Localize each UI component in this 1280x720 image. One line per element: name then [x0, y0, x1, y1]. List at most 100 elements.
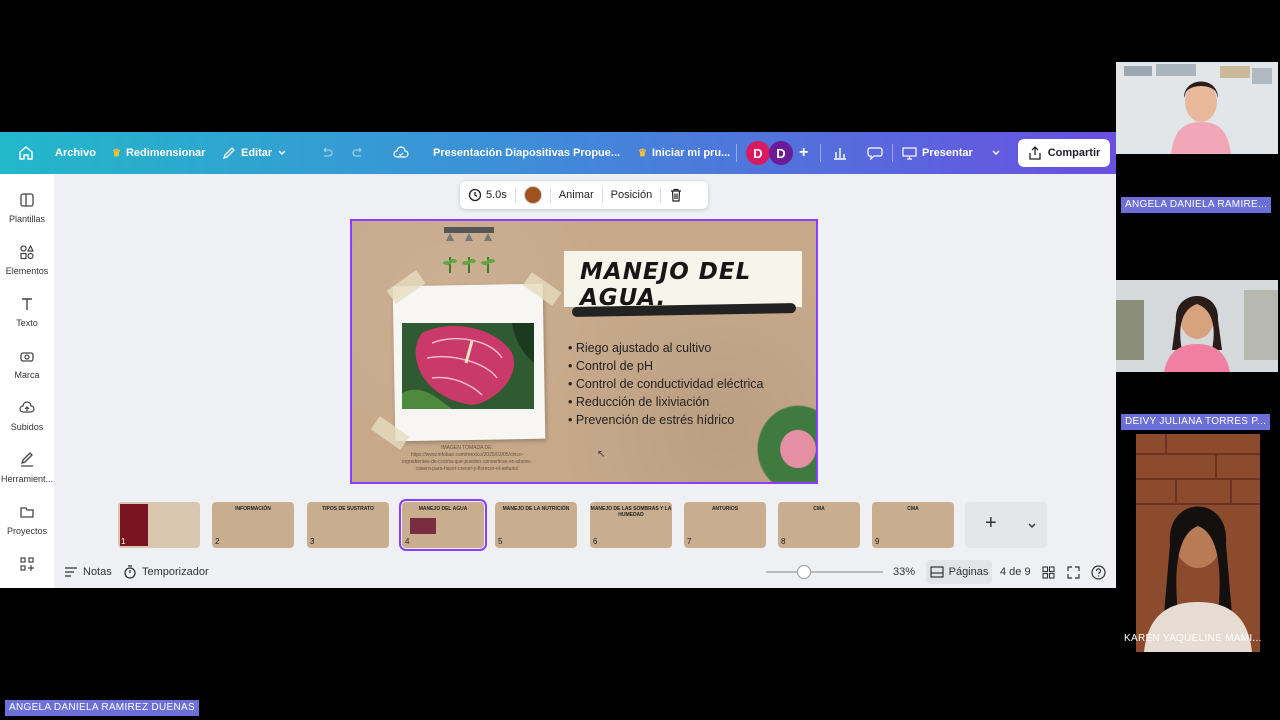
- help-icon: [1091, 564, 1106, 580]
- animate-button[interactable]: Animar: [551, 181, 602, 209]
- thumbnail-label: CMA: [907, 506, 919, 512]
- comment-icon: [867, 147, 883, 160]
- grid-icon: [1042, 565, 1055, 579]
- timer-button[interactable]: Temporizador: [123, 560, 209, 584]
- grid-view-button[interactable]: [1042, 560, 1055, 584]
- page-thumbnail[interactable]: MANEJO DE LAS SOMBRAS Y LA HUMEDAD 6: [590, 502, 672, 548]
- sidebar-item-brand[interactable]: Marca: [0, 348, 54, 380]
- avatar[interactable]: D: [769, 141, 793, 165]
- resize-button[interactable]: ♛ Redimensionar: [112, 132, 205, 174]
- crown-icon: ♛: [112, 147, 121, 159]
- sidebar-item-apps[interactable]: [0, 556, 54, 572]
- color-swatch: [523, 186, 542, 204]
- participant-video-frame: [1136, 434, 1260, 652]
- thumbnail-number: 2: [215, 537, 220, 546]
- meeting-view: Archivo ♛ Redimensionar Editar Presentaci…: [0, 0, 1280, 720]
- sidebar-item-text[interactable]: Texto: [0, 296, 54, 328]
- thumbnail-image: [410, 518, 436, 534]
- divider: [820, 144, 821, 162]
- sidebar-item-templates[interactable]: Plantillas: [0, 192, 54, 224]
- add-page-area: +: [965, 502, 1047, 548]
- thumbnail-label: CMA: [813, 506, 825, 512]
- brand-icon: [20, 352, 34, 362]
- page-thumbnail[interactable]: ANTURIOS 7: [684, 502, 766, 548]
- add-collaborator-button[interactable]: +: [799, 132, 808, 174]
- fullscreen-button[interactable]: [1067, 560, 1080, 584]
- divider: [892, 144, 893, 162]
- position-button[interactable]: Posición: [603, 181, 661, 209]
- participant-name-tag: ANGELA DANIELA RAMIRE...: [1121, 197, 1272, 213]
- sidebar-item-uploads[interactable]: Subidos: [0, 400, 54, 432]
- redo-button[interactable]: [351, 132, 365, 174]
- thumbnail-label: INFORMACIÓN: [235, 506, 271, 512]
- trial-button[interactable]: ♛ Iniciar mi pru...: [638, 132, 730, 174]
- notes-button[interactable]: Notas: [64, 560, 112, 584]
- zoom-slider-knob[interactable]: [797, 565, 811, 579]
- undo-icon: [323, 147, 333, 157]
- present-button[interactable]: Presentar: [902, 132, 973, 174]
- thumbnail-number: 5: [498, 537, 503, 546]
- home-button[interactable]: [18, 132, 34, 174]
- notes-label: Notas: [83, 566, 112, 578]
- page-thumbnail[interactable]: TIPOS DE SUSTRATO 3: [307, 502, 389, 548]
- zoom-label: 33%: [893, 566, 916, 578]
- animate-label: Animar: [558, 189, 594, 201]
- duration-button[interactable]: 5.0s: [460, 181, 515, 209]
- page-thumbnail[interactable]: INFORMACIÓN 2: [212, 502, 294, 548]
- pages-icon: [930, 566, 944, 578]
- undo-button[interactable]: [320, 132, 334, 174]
- chevron-down-icon: [278, 150, 286, 155]
- sidebar-item-projects[interactable]: Proyectos: [0, 504, 54, 536]
- page-thumbnail[interactable]: MANEJO DE LA NUTRICIÓN 5: [495, 502, 577, 548]
- bullet-item: Control de pH: [568, 357, 763, 375]
- page-thumbnail[interactable]: CMA 8: [778, 502, 860, 548]
- clock-icon: [468, 188, 482, 202]
- page-thumbnail-selected[interactable]: MANEJO DEL AGUA 4: [399, 499, 487, 551]
- comments-button[interactable]: [867, 132, 883, 174]
- thumbnail-number: 4: [405, 537, 410, 546]
- page-thumbnail[interactable]: 1: [118, 502, 200, 548]
- bottom-bar: Notas Temporizador 33% Páginas 4 de 9: [54, 560, 1116, 588]
- chevron-down-icon[interactable]: [1027, 521, 1037, 531]
- thumbnail-number: 8: [781, 537, 786, 546]
- mouse-cursor-icon: ↖: [597, 449, 606, 460]
- pages-button[interactable]: Páginas: [926, 560, 992, 584]
- share-label: Compartir: [1047, 147, 1101, 159]
- zoom-value[interactable]: 33%: [893, 560, 915, 584]
- sidebar-item-elements[interactable]: Elementos: [0, 244, 54, 276]
- notes-icon: [65, 567, 77, 577]
- share-button[interactable]: Compartir: [1018, 139, 1110, 167]
- avatar[interactable]: D: [746, 141, 770, 165]
- plus-icon: +: [799, 144, 809, 161]
- sidebar-item-label: Herramient...: [0, 474, 53, 484]
- slide-canvas[interactable]: IMAGEN TOMADA DE: https://www.infobae.co…: [350, 219, 818, 484]
- zoom-slider[interactable]: [766, 565, 883, 579]
- help-button[interactable]: [1091, 560, 1106, 584]
- sidebar-item-label: Elementos: [5, 266, 49, 276]
- uploads-icon: [19, 401, 35, 413]
- elements-icon: [20, 244, 34, 260]
- file-menu[interactable]: Archivo: [55, 132, 96, 174]
- document-title[interactable]: Presentación Diapositivas Propue...: [433, 132, 620, 174]
- apps-icon: [20, 557, 34, 571]
- page-thumbnail[interactable]: CMA 9: [872, 502, 954, 548]
- file-label: Archivo: [55, 147, 96, 159]
- sidebar-item-label: Proyectos: [6, 526, 48, 536]
- expand-icon: [1067, 565, 1080, 579]
- insights-button[interactable]: [832, 132, 848, 174]
- add-page-button[interactable]: +: [985, 512, 997, 535]
- thumbnail-label: MANEJO DEL AGUA: [418, 506, 468, 512]
- color-swatch-button[interactable]: [516, 181, 550, 209]
- bullet-item: Prevención de estrés hídrico: [568, 411, 763, 429]
- bullet-list[interactable]: Riego ajustado al cultivo Control de pH …: [568, 339, 764, 429]
- edit-menu[interactable]: Editar: [222, 132, 287, 174]
- delete-button[interactable]: [661, 181, 691, 209]
- share-icon: [1029, 146, 1041, 160]
- document-title-text: Presentación Diapositivas Propue...: [433, 147, 621, 159]
- text-icon: [22, 298, 32, 310]
- present-icon: [902, 147, 917, 160]
- avatar-initial: D: [753, 145, 763, 161]
- sidebar-item-tools[interactable]: Herramient...: [0, 452, 54, 484]
- cloud-save-status[interactable]: [393, 132, 409, 174]
- present-options-button[interactable]: [991, 132, 1001, 174]
